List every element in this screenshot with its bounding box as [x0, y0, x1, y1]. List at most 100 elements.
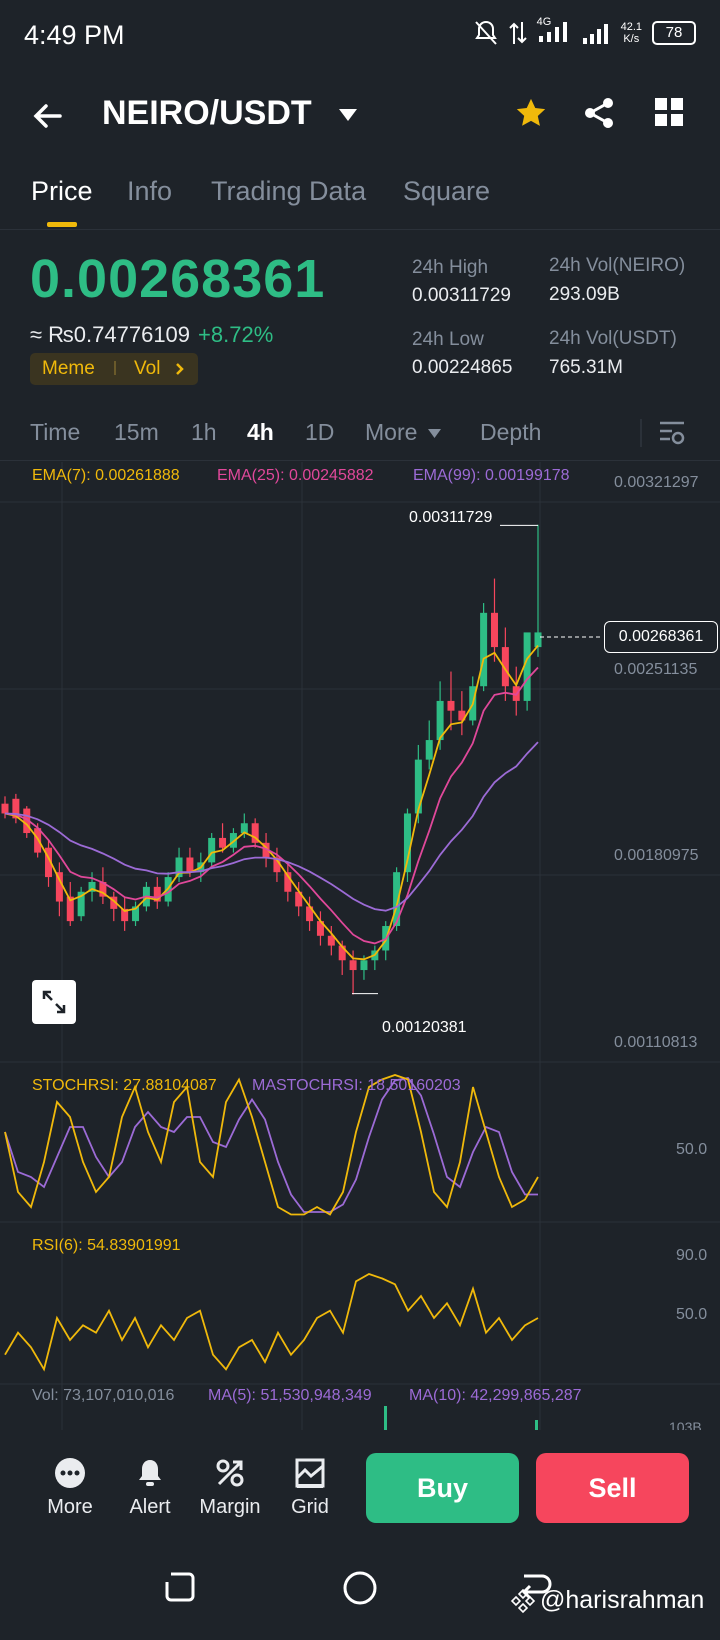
tag-meme[interactable]: Meme — [42, 358, 95, 380]
interval-4h[interactable]: 4h — [247, 419, 274, 446]
low-marker-label: 0.00120381 — [382, 1019, 467, 1036]
volume-bar — [384, 1406, 387, 1430]
fullscreen-button[interactable] — [32, 980, 76, 1024]
ema25-label: EMA(25): 0.00245882 — [217, 467, 374, 484]
tag-divider — [114, 361, 116, 375]
more-label: More — [47, 1496, 93, 1518]
system-nav-bar: @harisrahman — [0, 1540, 720, 1640]
vol-quote-label: 24h Vol(USDT) — [549, 328, 677, 349]
data-transfer-icon — [508, 21, 527, 44]
grid-menu-icon[interactable] — [654, 97, 684, 127]
candle-body — [349, 960, 357, 971]
vol-quote-value: 765.31M — [549, 357, 623, 378]
high-label: 24h High — [412, 257, 489, 278]
tab-trading-data[interactable]: Trading Data — [211, 176, 366, 207]
home-icon[interactable] — [342, 1570, 378, 1606]
mastochrsi-label: MASTOCHRSI: 18.50160203 — [252, 1077, 461, 1094]
battery-icon: 78 — [652, 20, 696, 45]
bottom-action-bar: More Alert Margin Grid Buy Sell — [0, 1430, 720, 1540]
candle-body — [208, 837, 216, 863]
tab-info[interactable]: Info — [127, 176, 172, 207]
rsi-axis-top: 90.0 — [676, 1247, 708, 1264]
chart-settings-icon[interactable] — [658, 419, 686, 447]
signal-icon-1: 4G — [536, 16, 571, 47]
candle-body — [425, 740, 433, 760]
recent-apps-icon[interactable] — [163, 1570, 197, 1604]
low-label: 24h Low — [412, 329, 484, 350]
pair-dropdown-icon[interactable] — [338, 108, 358, 122]
interval-divider — [640, 419, 642, 447]
network-type: 4G — [536, 16, 552, 28]
interval-time[interactable]: Time — [30, 419, 80, 446]
interval-1d[interactable]: 1D — [305, 419, 334, 446]
margin-label: Margin — [199, 1496, 261, 1518]
candle-body — [186, 857, 194, 873]
interval-1h[interactable]: 1h — [191, 419, 217, 446]
buy-label: Buy — [416, 1472, 468, 1503]
speed-unit: K/s — [623, 32, 640, 45]
vol-ma10-label: MA(10): 42,299,865,287 — [409, 1387, 582, 1404]
price-change: +8.72% — [198, 322, 274, 347]
network-speed: 42.1 K/s — [621, 21, 642, 45]
pair-title[interactable]: NEIRO/USDT — [102, 94, 312, 133]
low-value: 0.00224865 — [412, 357, 513, 378]
vol-label: Vol: 73,107,010,016 — [32, 1387, 175, 1404]
ema7-label: EMA(7): 0.00261888 — [32, 467, 180, 484]
price-axis-label: 0.00110813 — [614, 1034, 698, 1051]
more-dropdown-icon[interactable] — [428, 429, 441, 438]
candle-body — [534, 632, 542, 648]
share-icon[interactable] — [582, 96, 616, 130]
ema25-line — [4, 666, 539, 945]
rsi-axis-mid: 50.0 — [676, 1306, 708, 1323]
candle-body — [1, 803, 9, 814]
high-marker-label: 0.00311729 — [409, 509, 493, 526]
last-price: 0.00268361 — [30, 249, 326, 309]
ema7-line — [4, 645, 539, 961]
vol-ma5-label: MA(5): 51,530,948,349 — [208, 1387, 372, 1404]
tab-price[interactable]: Price — [31, 176, 93, 207]
back-arrow-icon[interactable] — [30, 98, 66, 134]
candle-series — [1, 524, 542, 995]
chart-gridlines — [0, 462, 720, 1430]
alert-button[interactable]: Alert — [115, 1456, 185, 1519]
main-tabs: Price Info Trading Data Square — [0, 170, 720, 230]
tag-box[interactable]: Meme Vol — [30, 353, 198, 385]
expand-icon — [42, 990, 66, 1014]
sell-button[interactable]: Sell — [536, 1453, 689, 1523]
candle-body — [447, 700, 455, 711]
price-axis-label: 0.00180975 — [614, 847, 699, 864]
more-button[interactable]: More — [35, 1456, 105, 1519]
fiat-price: ≈ ₨0.74776109 — [30, 322, 191, 347]
interval-depth[interactable]: Depth — [480, 419, 541, 446]
chevron-right-icon — [176, 363, 184, 375]
interval-more[interactable]: More — [365, 419, 417, 446]
percent-icon — [216, 1459, 244, 1487]
candlestick-chart[interactable] — [0, 462, 720, 1430]
candle-body — [480, 612, 488, 687]
tag-vol[interactable]: Vol — [134, 358, 160, 380]
status-bar: 4:49 PM 4G 42.1 K/s 78 — [0, 0, 720, 70]
fiat-price-row: ≈ ₨0.74776109 +8.72% — [30, 322, 273, 348]
candle-body — [360, 960, 368, 971]
tab-square[interactable]: Square — [403, 176, 490, 207]
buy-button[interactable]: Buy — [366, 1453, 519, 1523]
current-price-tag: 0.00268361 — [604, 621, 718, 653]
grid-button[interactable]: Grid — [275, 1456, 345, 1519]
candle-body — [490, 612, 498, 648]
rsi-label: RSI(6): 54.83901991 — [32, 1237, 181, 1254]
candle-body — [219, 837, 227, 848]
vol-base-value: 293.09B — [549, 284, 620, 305]
ema99-label: EMA(99): 0.00199178 — [413, 467, 570, 484]
pair-header: NEIRO/USDT — [0, 80, 720, 150]
binance-logo-icon — [510, 1588, 536, 1613]
watermark: @harisrahman — [510, 1586, 704, 1615]
sell-label: Sell — [588, 1472, 637, 1503]
more-dots-icon — [55, 1458, 85, 1488]
grid-label: Grid — [291, 1496, 329, 1518]
favorite-star-icon[interactable] — [514, 96, 548, 130]
interval-15m[interactable]: 15m — [114, 419, 159, 446]
stoch-axis-label: 50.0 — [676, 1141, 708, 1158]
rsi-line — [4, 1273, 539, 1372]
price-axis-label: 0.00251135 — [614, 661, 698, 678]
margin-button[interactable]: Margin — [195, 1456, 265, 1519]
